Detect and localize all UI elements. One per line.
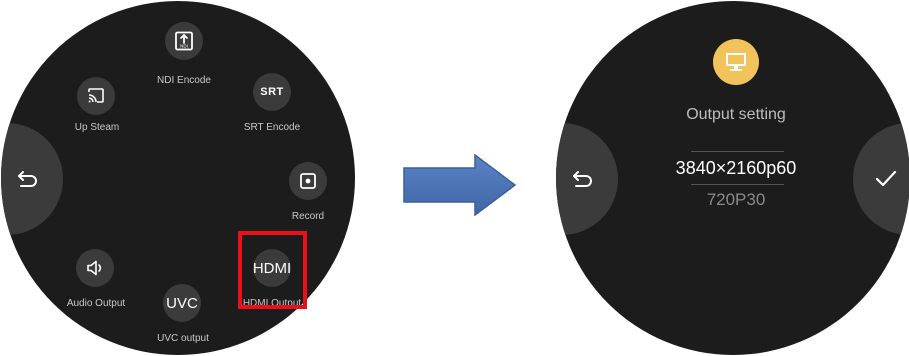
checkmark-icon (875, 170, 897, 187)
uvc-output-label: UVC output (157, 333, 209, 344)
output-setting-dial: Output setting 3840×2160p60 720P30 (556, 1, 909, 355)
uvc-output-button[interactable]: UVC (163, 284, 201, 322)
confirm-button[interactable] (853, 123, 909, 235)
audio-output-button[interactable] (76, 249, 114, 287)
record-label: Record (291, 211, 325, 222)
right-arrow (403, 154, 517, 216)
back-arrow-icon (573, 171, 592, 187)
next-resolution-option[interactable]: 720P30 (707, 190, 766, 210)
audio-output-label: Audio Output (66, 298, 126, 309)
srt-icon: SRT (260, 86, 284, 98)
back-button[interactable] (1, 123, 63, 235)
record-button[interactable] (289, 162, 327, 200)
speaker-icon (87, 260, 102, 276)
uvc-button-text: UVC (166, 294, 198, 312)
srt-encode-button[interactable]: SRT (253, 73, 291, 111)
output-setting-icon-circle (713, 39, 759, 85)
back-arrow-icon (18, 171, 37, 187)
ndi-encode-label: NDI Encode (157, 75, 211, 86)
cast-icon (88, 88, 104, 103)
ndi-icon-text: NDI (180, 44, 188, 49)
divider-bottom (691, 184, 784, 185)
output-setting-title: Output setting (686, 106, 786, 123)
srt-encode-label: SRT Encode (243, 122, 301, 133)
ndi-upload-icon: NDI (175, 31, 193, 51)
ndi-encode-button[interactable]: NDI (165, 22, 203, 60)
hdmi-highlight-box (238, 231, 307, 309)
back-button[interactable] (556, 123, 618, 235)
up-steam-label: Up Steam (74, 122, 120, 133)
record-icon (300, 173, 316, 189)
selected-resolution[interactable]: 3840×2160p60 (676, 158, 797, 179)
up-steam-button[interactable] (77, 77, 115, 115)
divider-top (691, 151, 784, 152)
monitor-icon (726, 53, 746, 71)
